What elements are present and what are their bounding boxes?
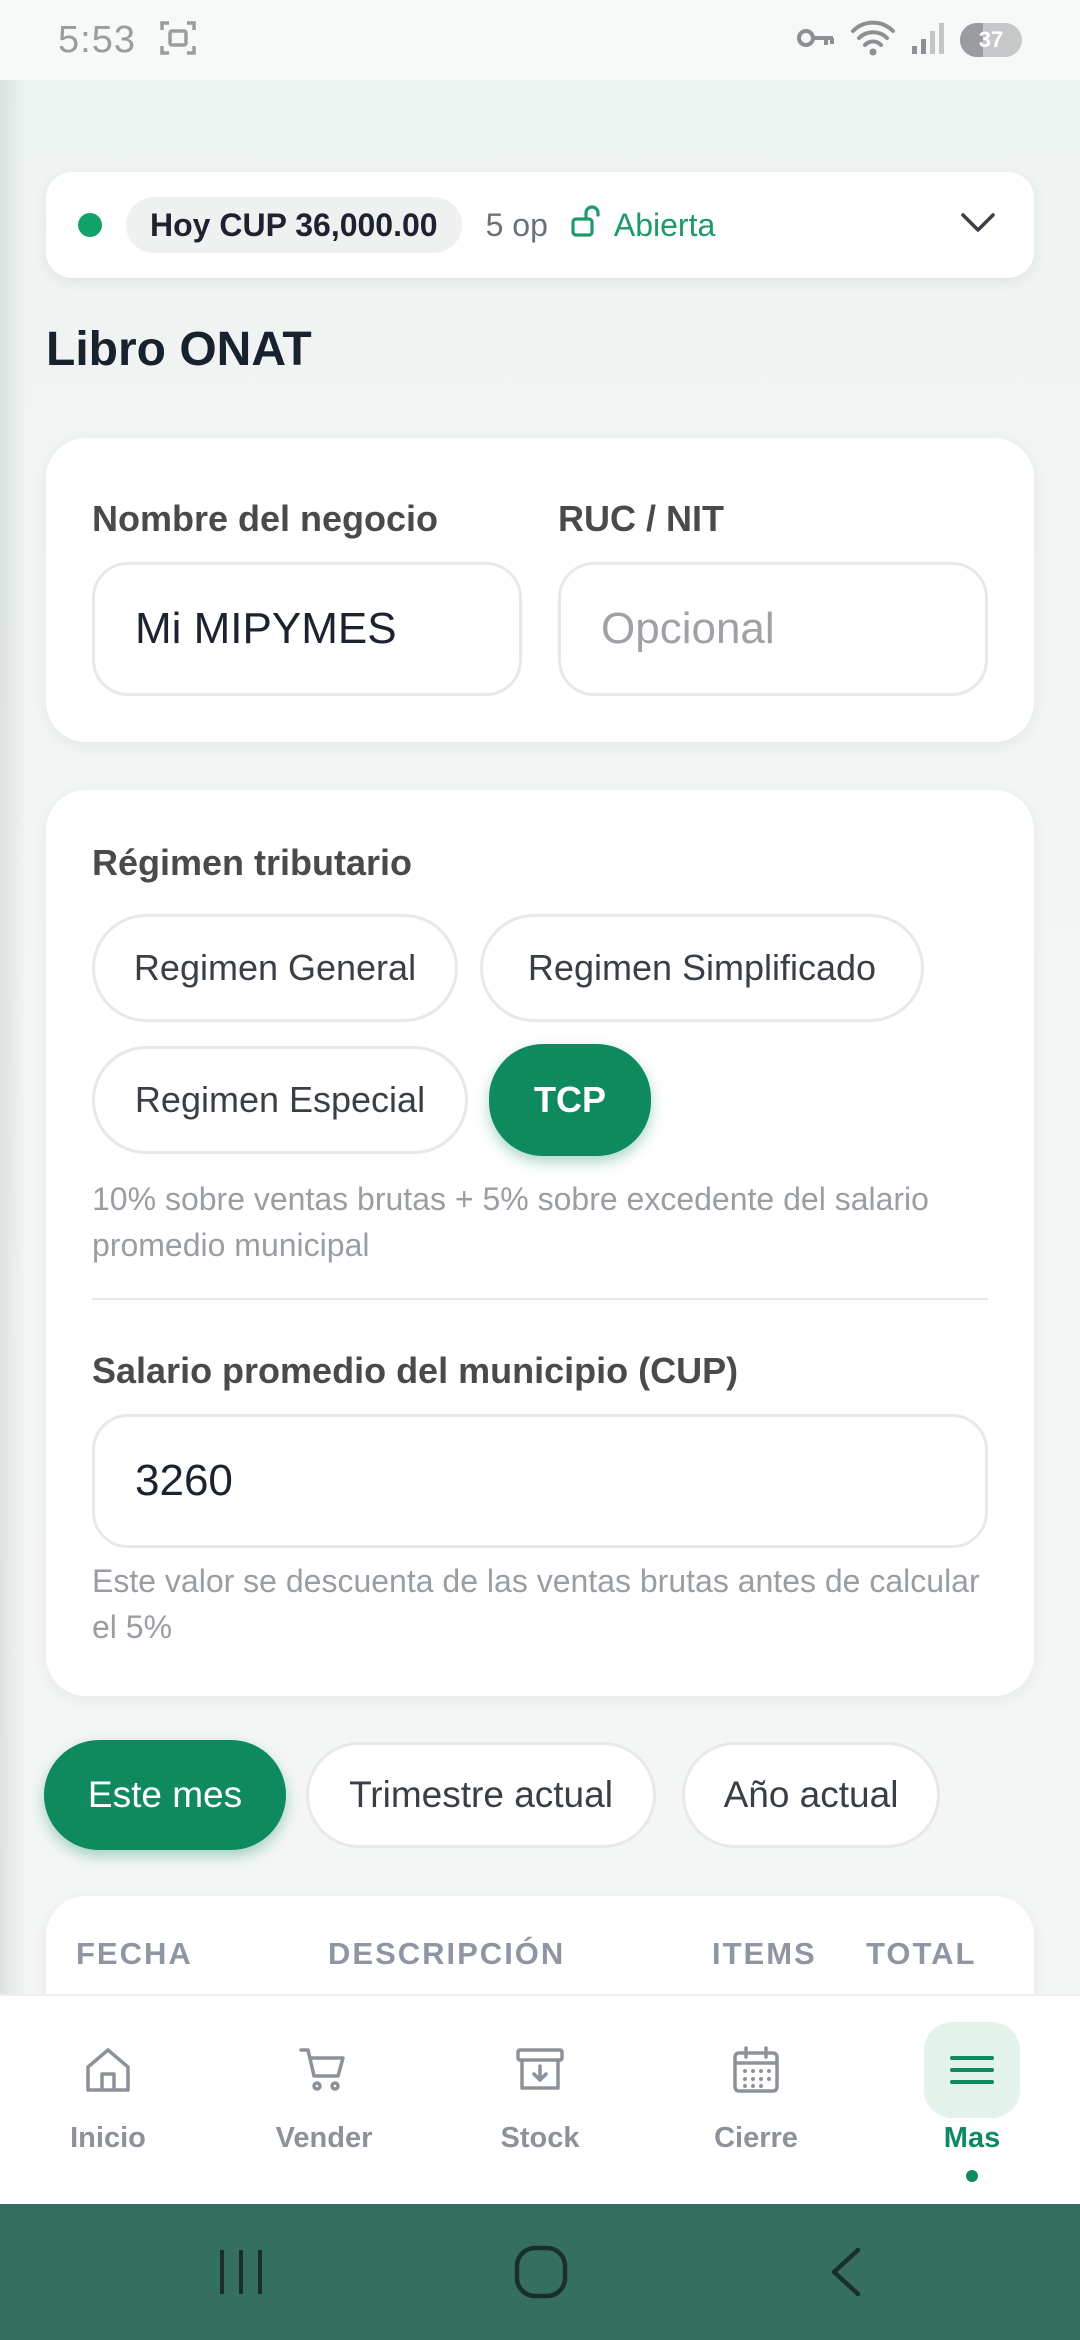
today-total-chip: Hoy CUP 36,000.00 [126,197,462,253]
regime-chip-general[interactable]: Regimen General [92,914,458,1022]
business-card: Nombre del negocio RUC / NIT [46,438,1034,742]
archive-icon [492,2022,588,2118]
nav-item-mas[interactable]: Mas [864,1996,1080,2206]
salary-input[interactable] [92,1414,988,1548]
cart-icon [276,2022,372,2118]
active-indicator-dot [966,2170,978,2182]
home-button-icon[interactable] [513,2244,569,2305]
regime-description: 10% sobre ventas brutas + 5% sobre exced… [92,1181,929,1263]
salary-label: Salario promedio del municipio (CUP) [92,1350,739,1391]
table-header-description: DESCRIPCIÓN [328,1936,566,1971]
salary-hint: Este valor se descuenta de las ventas br… [92,1563,980,1645]
period-chip-quarter[interactable]: Trimestre actual [306,1742,656,1848]
ruc-label: RUC / NIT [558,498,724,539]
screenshot-icon [158,18,198,63]
ruc-input[interactable] [558,562,988,696]
table-header-total: TOTAL [866,1936,977,1971]
status-time: 5:53 [58,18,136,61]
calendar-icon [708,2022,804,2118]
page-title: Libro ONAT [46,323,312,376]
nav-item-cierre[interactable]: Cierre [648,1996,864,2206]
nav-label-stock: Stock [500,2122,580,2154]
menu-icon [924,2022,1020,2118]
status-bar: 5:53 37 [0,0,1080,80]
business-name-input[interactable] [92,562,522,696]
back-icon[interactable] [826,2244,866,2305]
unlock-icon [570,204,604,246]
bottom-nav: Inicio Vender Stock Cierre Mas [0,1994,1080,2204]
table-header-date: FECHA [76,1936,193,1971]
nav-item-inicio[interactable]: Inicio [0,1996,216,2206]
key-icon [796,23,836,58]
battery-level: 37 [978,27,1004,52]
table-header-items: ITEMS [712,1936,817,1971]
regime-chip-tcp[interactable]: TCP [489,1044,651,1156]
wifi-icon [850,18,896,63]
regime-chip-especial[interactable]: Regimen Especial [92,1046,468,1154]
session-bar[interactable]: Hoy CUP 36,000.00 5 op Abierta [46,172,1034,278]
battery-icon: 37 [960,23,1022,57]
sales-table: FECHA DESCRIPCIÓN ITEMS TOTAL [46,1896,1034,2006]
session-state: Abierta [570,204,715,246]
regime-card: Régimen tributario Regimen General Regim… [46,790,1034,1696]
nav-item-vender[interactable]: Vender [216,1996,432,2206]
operations-count: 5 op [485,206,548,243]
period-chip-this-month[interactable]: Este mes [44,1740,286,1850]
period-chip-year[interactable]: Año actual [682,1742,940,1848]
regime-chip-simplificado[interactable]: Regimen Simplificado [480,914,924,1022]
regime-label: Régimen tributario [92,842,413,883]
nav-label-inicio: Inicio [70,2122,146,2154]
nav-label-cierre: Cierre [714,2122,798,2154]
system-nav-bar [0,2204,1080,2340]
business-name-label: Nombre del negocio [92,498,439,539]
divider [92,1298,988,1300]
chevron-down-icon[interactable] [958,202,998,247]
recent-apps-icon[interactable] [216,2246,266,2303]
session-status-dot [78,213,102,237]
edge-shade [0,80,26,2080]
nav-label-vender: Vender [275,2122,373,2154]
nav-label-mas: Mas [943,2122,1001,2154]
nav-item-stock[interactable]: Stock [432,1996,648,2206]
home-icon [60,2022,156,2118]
signal-icon [910,20,946,61]
session-state-label: Abierta [613,206,716,243]
